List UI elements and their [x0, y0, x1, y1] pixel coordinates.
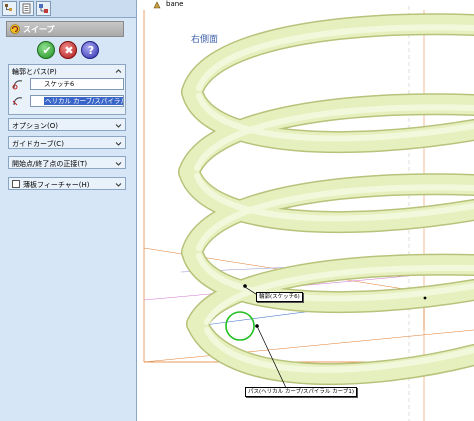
close-icon: ✖ — [64, 44, 74, 57]
start-end-tangency-label: 開始点/終了点の正接(T) — [12, 160, 88, 168]
profile-field[interactable]: スケッチ6 — [30, 78, 124, 90]
path-value: ヘリカル カーブ/スパイラル カーブ1 — [44, 97, 123, 105]
feature-title: スイープ — [23, 25, 55, 34]
check-icon: ✔ — [42, 44, 52, 57]
profile-value: スケッチ6 — [44, 80, 75, 88]
thin-feature-checkbox[interactable] — [12, 180, 20, 188]
start-end-tangency-group[interactable]: 開始点/終了点の正接(T) — [8, 156, 126, 169]
sketch-point — [423, 296, 427, 300]
panel-tab-strip — [0, 0, 136, 18]
path-callout[interactable]: パス(ヘリカル カーブ/スパイラル カーブ1) — [245, 387, 357, 397]
profile-callout-text: 輪郭(スケッチ6) — [259, 294, 300, 300]
model-view — [143, 6, 474, 421]
ok-button[interactable]: ✔ — [37, 41, 55, 59]
guide-curves-label: ガイドカーブ(C) — [12, 140, 64, 148]
tree-node-label[interactable]: bane — [166, 0, 183, 8]
properties-icon — [22, 3, 31, 14]
chevron-down-icon — [115, 124, 122, 128]
configuration-manager-tab[interactable] — [36, 1, 51, 16]
plane-label: 右側面 — [191, 35, 219, 45]
path-field[interactable]: ヘリカル カーブ/スパイラル カーブ1 — [30, 95, 124, 107]
graphics-viewport[interactable] — [137, 0, 474, 421]
sweep-icon — [10, 24, 20, 34]
thin-feature-group[interactable]: 薄板フィーチャー(H) — [8, 177, 126, 190]
help-icon: ? — [87, 44, 95, 57]
options-group[interactable]: オプション(O) — [8, 118, 126, 131]
cancel-button[interactable]: ✖ — [59, 41, 77, 59]
part-icon — [153, 1, 161, 9]
thin-feature-label: 薄板フィーチャー(H) — [23, 181, 90, 189]
chevron-down-icon — [115, 183, 122, 187]
tree-icon — [5, 4, 12, 11]
profile-sketch-circle — [225, 311, 255, 341]
profile-callout[interactable]: 輪郭(スケッチ6) — [256, 292, 303, 302]
property-manager-tab[interactable] — [19, 1, 34, 16]
property-manager-panel: スイープ ✔ ✖ ? 輪郭とパス(P) スケッチ6 ヘリカル カーブ/スパイラル… — [0, 0, 137, 421]
config-icon — [39, 4, 48, 13]
profile-icon — [12, 80, 23, 90]
path-callout-text: パス(ヘリカル カーブ/スパイラル カーブ1) — [248, 389, 354, 395]
chevron-down-icon — [115, 142, 122, 146]
feature-title-bar: スイープ — [6, 21, 124, 37]
profile-and-path-label[interactable]: 輪郭とパス(P) — [12, 67, 57, 77]
chevron-up-icon[interactable] — [115, 68, 122, 75]
feature-manager-tab[interactable] — [2, 1, 17, 16]
chevron-down-icon — [115, 162, 122, 166]
help-button[interactable]: ? — [81, 41, 99, 59]
options-label: オプション(O) — [12, 122, 58, 130]
guide-curves-group[interactable]: ガイドカーブ(C) — [8, 136, 126, 149]
profile-and-path-group: 輪郭とパス(P) スケッチ6 ヘリカル カーブ/スパイラル カーブ1 — [8, 64, 126, 115]
callout-anchor — [243, 284, 247, 288]
path-icon — [12, 97, 23, 106]
callout-anchor — [255, 324, 259, 328]
